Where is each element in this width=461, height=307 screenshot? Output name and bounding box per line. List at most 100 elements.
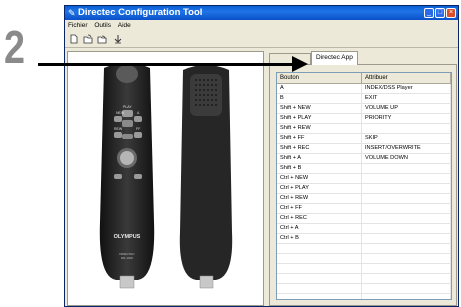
- cell-bouton[interactable]: Ctrl + PLAY: [277, 184, 362, 193]
- table-row[interactable]: Shift + PLAY PRIORITY: [277, 114, 451, 124]
- cell-attribuer[interactable]: [362, 164, 451, 173]
- cell-bouton[interactable]: [277, 284, 362, 293]
- app-window: ✎ Directec Configuration Tool _ □ × Fich…: [64, 5, 459, 307]
- table-header: Bouton Attribuer: [277, 73, 451, 84]
- table-row[interactable]: Ctrl + A: [277, 224, 451, 234]
- menu-fichier[interactable]: Fichier: [68, 22, 88, 29]
- cell-attribuer[interactable]: [362, 274, 451, 283]
- toolbar: [65, 32, 458, 48]
- cell-bouton[interactable]: Shift + NEW: [277, 104, 362, 113]
- cell-bouton[interactable]: Ctrl + REC: [277, 214, 362, 223]
- column-header-bouton[interactable]: Bouton: [277, 73, 362, 83]
- cell-bouton[interactable]: B: [277, 94, 362, 103]
- new-icon[interactable]: [69, 34, 79, 44]
- maximize-button[interactable]: □: [435, 8, 445, 18]
- cell-bouton[interactable]: Shift + PLAY: [277, 114, 362, 123]
- cell-bouton[interactable]: [277, 294, 362, 299]
- cell-attribuer[interactable]: INDEX/DSS Player: [362, 84, 451, 93]
- cell-bouton[interactable]: [277, 274, 362, 283]
- download-icon[interactable]: [113, 34, 123, 44]
- cell-attribuer[interactable]: [362, 244, 451, 253]
- recorder-front-image: NEW PLAY A REW FF OLYMPUS DIRECTEC DR-10…: [99, 63, 155, 289]
- cell-bouton[interactable]: Shift + B: [277, 164, 362, 173]
- front-label-rew: REW: [114, 127, 123, 131]
- cell-attribuer[interactable]: [362, 194, 451, 203]
- window-title: Directec Configuration Tool: [78, 7, 203, 18]
- cell-attribuer[interactable]: [362, 284, 451, 293]
- cell-bouton[interactable]: Ctrl + NEW: [277, 174, 362, 183]
- title-bar[interactable]: ✎ Directec Configuration Tool _ □ ×: [65, 6, 458, 20]
- cell-bouton[interactable]: Shift + A: [277, 154, 362, 163]
- table-row[interactable]: Ctrl + B: [277, 234, 451, 244]
- cell-attribuer[interactable]: [362, 234, 451, 243]
- table-row[interactable]: Shift + A VOLUME DOWN: [277, 154, 451, 164]
- cell-bouton[interactable]: Ctrl + REW: [277, 194, 362, 203]
- brand-logo: OLYMPUS: [114, 234, 141, 240]
- menu-bar: Fichier Outils Aide: [65, 21, 458, 31]
- menu-outils[interactable]: Outils: [94, 22, 111, 29]
- cell-attribuer[interactable]: VOLUME DOWN: [362, 154, 451, 163]
- cell-attribuer[interactable]: EXIT: [362, 94, 451, 103]
- table-row[interactable]: Ctrl + REW: [277, 194, 451, 204]
- table-row[interactable]: A INDEX/DSS Player: [277, 84, 451, 94]
- cell-attribuer[interactable]: VOLUME UP: [362, 104, 451, 113]
- cell-bouton[interactable]: [277, 244, 362, 253]
- table-row[interactable]: Shift + REC INSERT/OVERWRITE: [277, 144, 451, 154]
- step-number: 2: [4, 21, 25, 73]
- cell-bouton[interactable]: Shift + FF: [277, 134, 362, 143]
- table-row[interactable]: [277, 254, 451, 264]
- cell-attribuer[interactable]: PRIORITY: [362, 114, 451, 123]
- table-body: A INDEX/DSS Player B EXIT Shift + NEW VOLUME …: [277, 84, 451, 299]
- table-row[interactable]: Ctrl + FF: [277, 204, 451, 214]
- cell-attribuer[interactable]: [362, 224, 451, 233]
- cell-bouton[interactable]: Ctrl + B: [277, 234, 362, 243]
- save-icon[interactable]: [97, 34, 107, 44]
- table-row[interactable]: Shift + REW: [277, 124, 451, 134]
- close-button[interactable]: ×: [446, 8, 456, 18]
- cell-bouton[interactable]: Ctrl + FF: [277, 204, 362, 213]
- cell-attribuer[interactable]: [362, 264, 451, 273]
- cell-attribuer[interactable]: SKIP: [362, 134, 451, 143]
- cell-bouton[interactable]: [277, 264, 362, 273]
- callout-arrow-head: [292, 56, 308, 72]
- open-icon[interactable]: [83, 34, 93, 44]
- table-row[interactable]: [277, 244, 451, 254]
- callout-arrow-line: [38, 63, 296, 66]
- cell-attribuer[interactable]: [362, 214, 451, 223]
- tab-content: Bouton Attribuer A INDEX/DSS Player B EXIT S…: [269, 64, 457, 306]
- table-row[interactable]: Ctrl + REC: [277, 214, 451, 224]
- cell-attribuer[interactable]: [362, 184, 451, 193]
- cell-attribuer[interactable]: INSERT/OVERWRITE: [362, 144, 451, 153]
- recorder-back-image: [179, 65, 233, 289]
- cell-attribuer[interactable]: [362, 174, 451, 183]
- cell-attribuer[interactable]: [362, 294, 451, 299]
- table-row[interactable]: [277, 284, 451, 294]
- cell-attribuer[interactable]: [362, 204, 451, 213]
- cell-bouton[interactable]: [277, 254, 362, 263]
- table-row[interactable]: [277, 264, 451, 274]
- table-row[interactable]: B EXIT: [277, 94, 451, 104]
- cell-bouton[interactable]: Shift + REW: [277, 124, 362, 133]
- cell-attribuer[interactable]: [362, 254, 451, 263]
- cell-bouton[interactable]: Shift + REC: [277, 144, 362, 153]
- table-row[interactable]: Shift + B: [277, 164, 451, 174]
- tab-directec-app[interactable]: Directec App: [311, 51, 358, 65]
- table-row[interactable]: Shift + NEW VOLUME UP: [277, 104, 451, 114]
- cell-bouton[interactable]: A: [277, 84, 362, 93]
- cell-bouton[interactable]: Ctrl + A: [277, 224, 362, 233]
- model-line-2: DR-1000: [121, 256, 133, 260]
- menu-aide[interactable]: Aide: [118, 22, 131, 29]
- table-row[interactable]: Shift + FF SKIP: [277, 134, 451, 144]
- device-preview-pane: NEW PLAY A REW FF OLYMPUS DIRECTEC DR-10…: [67, 51, 264, 306]
- front-label-new: NEW: [116, 111, 125, 115]
- column-header-attribuer[interactable]: Attribuer: [362, 73, 451, 83]
- front-label-play: PLAY: [123, 105, 132, 109]
- button-assignment-table: Bouton Attribuer A INDEX/DSS Player B EXIT S…: [276, 72, 452, 300]
- table-row[interactable]: Ctrl + NEW: [277, 174, 451, 184]
- cell-attribuer[interactable]: [362, 124, 451, 133]
- table-row[interactable]: Ctrl + PLAY: [277, 184, 451, 194]
- table-row[interactable]: [277, 294, 451, 299]
- table-row[interactable]: [277, 274, 451, 284]
- minimize-button[interactable]: _: [424, 8, 434, 18]
- front-label-ff: FF: [136, 127, 140, 131]
